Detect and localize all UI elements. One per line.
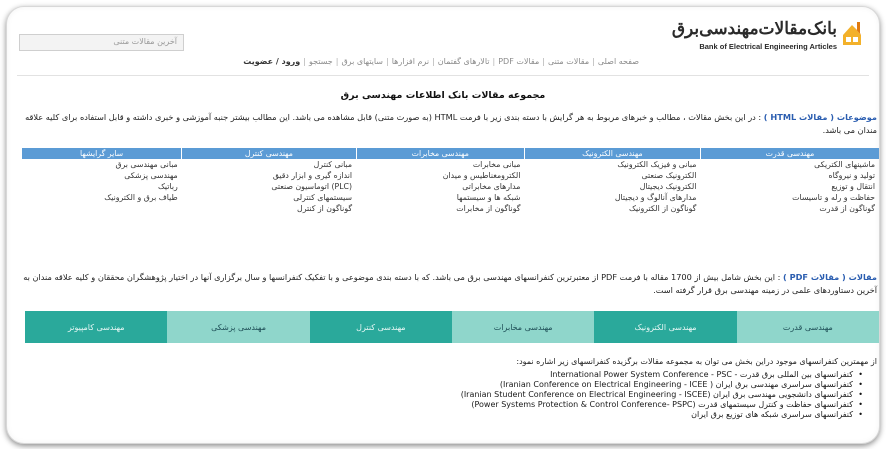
category-row: تولید و نیروگاه الکترونیک صنعتی الکترومغنا… (22, 170, 880, 181)
html-articles-description: موضوعات ( مقالات HTML ) : در این بخش مقا… (7, 111, 879, 137)
nav-separator: | (303, 57, 306, 66)
category-link[interactable]: رباتیک (22, 181, 182, 192)
nav-link[interactable]: مقالات متنی (548, 57, 589, 66)
conference-label: کنفرانسهای دانشجویی مهندسی برق ایران (Ir… (460, 390, 853, 399)
category-link[interactable]: گوناگون از مخابرات (356, 203, 524, 214)
conference-label: کنفرانسهای بین المللی برق قدرت - Interna… (550, 370, 853, 379)
conference-item[interactable]: • کنفرانسهای حفاظت و کنترل سیستمهای قدرت … (461, 400, 863, 410)
category-link[interactable]: تولید و نیروگاه (700, 170, 879, 181)
screenshot-frame: بانک‌مقالات‌مهندسی‌برق Bank of Electrica… (6, 6, 880, 444)
category-row: حفاظت و رله و تاسیسات مدارهای آنالوگ و دی… (22, 192, 880, 203)
category-link[interactable]: مهندسی پزشکی (22, 170, 182, 181)
pdf-articles-link[interactable]: مقالات ( مقالات PDF ) (783, 272, 877, 282)
conference-item[interactable]: • کنفرانسهای سراسری شبکه های توزیع برق ای… (461, 410, 863, 420)
nav-separator: | (386, 57, 389, 66)
logo-icon (843, 22, 861, 45)
category-link[interactable]: شبکه ها و سیستمها (356, 192, 524, 203)
page-title: مجموعه مقالات بانک اطلاعات مهندسی برق (340, 90, 546, 101)
category-table: مهندسی قدرت مهندسی الکترونیک مهندسی مخاب… (20, 148, 880, 214)
nav-link[interactable]: صفحه اصلی (598, 57, 639, 66)
field-tab[interactable]: مهندسی قدرت (736, 311, 879, 343)
category-link[interactable]: حفاظت و رله و تاسیسات (700, 192, 879, 203)
nav-link[interactable]: سایتهای برق (341, 57, 383, 66)
nav-link[interactable]: ورود / عضویت (243, 57, 300, 66)
nav-link[interactable]: نرم افزارها (392, 57, 429, 66)
category-header[interactable]: مهندسی الکترونیک (523, 148, 701, 159)
category-header[interactable]: مهندسی قدرت (699, 148, 879, 159)
category-link[interactable]: مدارهای مخابراتی (356, 181, 524, 192)
category-link[interactable]: (PLC) اتوماسیون صنعتی (182, 181, 356, 192)
field-tab[interactable]: مهندسی کنترل (309, 311, 453, 343)
conference-item[interactable]: • کنفرانسهای دانشجویی مهندسی برق ایران (I… (461, 390, 863, 400)
category-link[interactable]: مبانی مخابرات (356, 159, 524, 170)
category-link[interactable]: الکترونیک صنعتی (524, 170, 700, 181)
category-header[interactable]: سایر گرایشها (20, 148, 182, 159)
category-link[interactable]: سیستمهای کنترلی (182, 192, 356, 203)
conference-list: • کنفرانسهای بین المللی برق قدرت - Intern… (461, 370, 863, 420)
category-link[interactable]: مدارهای آنالوگ و دیجیتال (524, 192, 700, 203)
nav-separator: | (542, 57, 545, 66)
nav-separator: | (432, 57, 435, 66)
conference-list-intro: از مهمترین کنفرانسهای موجود دراین بخش می… (516, 357, 877, 366)
category-header[interactable]: مهندسی کنترل (181, 148, 357, 159)
field-tabs: مهندسی قدرت مهندسی الکترونیک مهندسی مخابرا… (25, 311, 879, 343)
pdf-articles-text: : این بخش شامل بیش از 1700 مقاله با فرمت… (23, 272, 877, 295)
html-articles-text: : در این بخش مقالات ، مطالب و خبرهای مرب… (25, 112, 877, 135)
category-row: گوناگون از قدرت گوناگون از الکترونیک گوناگ… (22, 203, 880, 214)
bullet-icon: • (858, 410, 863, 419)
category-link[interactable]: گوناگون از کنترل (182, 203, 356, 214)
nav-separator: | (492, 57, 496, 66)
search-input[interactable]: آخرین مقالات متنی (19, 34, 184, 51)
field-tab[interactable]: مهندسی مخابرات (452, 311, 595, 343)
category-link[interactable]: اندازه گیری و ابزار دقیق (182, 170, 356, 181)
site-logo[interactable]: بانک‌مقالات‌مهندسی‌برق Bank of Electrica… (672, 17, 863, 57)
field-tab[interactable]: مهندسی پزشکی (167, 311, 310, 343)
category-link[interactable]: ماشینهای الکتریکی (700, 159, 879, 170)
field-tab[interactable]: مهندسی الکترونیک (594, 311, 737, 343)
category-link[interactable]: مبانی مهندسی برق (22, 159, 182, 170)
nav-link[interactable]: مقالات PDF (498, 57, 539, 66)
category-header[interactable]: مهندسی مخابرات (355, 148, 525, 159)
nav-link[interactable]: جستجو (309, 57, 333, 66)
nav-separator: | (335, 57, 339, 66)
category-link[interactable]: گوناگون از قدرت (700, 203, 879, 214)
logo-subtitle: Bank of Electrical Engineering Articles (699, 42, 837, 51)
category-link[interactable]: مبانی و فیزیک الکترونیک (524, 159, 700, 170)
category-link[interactable]: الکترونیک دیجیتال (524, 181, 700, 192)
conference-label: کنفرانسهای سراسری شبکه های توزیع برق ایر… (691, 410, 853, 419)
header-divider (17, 75, 869, 76)
bullet-icon: • (858, 370, 863, 379)
page: بانک‌مقالات‌مهندسی‌برق Bank of Electrica… (7, 7, 879, 443)
category-link[interactable]: گوناگون از الکترونیک (524, 203, 700, 214)
category-link[interactable]: طیاف برق و الکترونیک (22, 192, 182, 203)
category-row: انتقال و توزیع الکترونیک دیجیتال مدارهای م… (22, 181, 880, 192)
logo-text: بانک‌مقالات‌مهندسی‌برق (671, 19, 837, 39)
nav-separator: | (592, 57, 595, 66)
conference-item[interactable]: • کنفرانسهای بین المللی برق قدرت - Intern… (461, 370, 863, 380)
top-navigation: صفحه اصلی|مقالات متنی|مقالات PDF|تالارها… (243, 57, 639, 66)
pdf-articles-description: مقالات ( مقالات PDF ) : این بخش شامل بیش… (7, 271, 879, 297)
category-header-row: مهندسی قدرت مهندسی الکترونیک مهندسی مخاب… (20, 148, 879, 159)
nav-link[interactable]: تالارهای گفتمان (438, 57, 490, 66)
category-link[interactable]: مبانی کنترل (182, 159, 356, 170)
conference-label: کنفرانسهای سراسری مهندسی برق ایران ( Ira… (499, 380, 853, 389)
conference-label: کنفرانسهای حفاظت و کنترل سیستمهای قدرت (… (471, 400, 853, 409)
category-link (22, 203, 182, 214)
category-row: ماشینهای الکتریکی مبانی و فیزیک الکترونیک… (22, 159, 880, 170)
field-tab[interactable]: مهندسی کامپیوتر (25, 311, 168, 343)
bullet-icon: • (858, 400, 863, 409)
bullet-icon: • (858, 380, 863, 389)
category-link[interactable]: انتقال و توزیع (700, 181, 879, 192)
bullet-icon: • (858, 390, 863, 399)
html-articles-link[interactable]: موضوعات ( مقالات HTML ) (764, 112, 877, 122)
category-link[interactable]: الکترومغناطیس و میدان (356, 170, 524, 181)
conference-item[interactable]: • کنفرانسهای سراسری مهندسی برق ایران ( Ir… (461, 380, 863, 390)
